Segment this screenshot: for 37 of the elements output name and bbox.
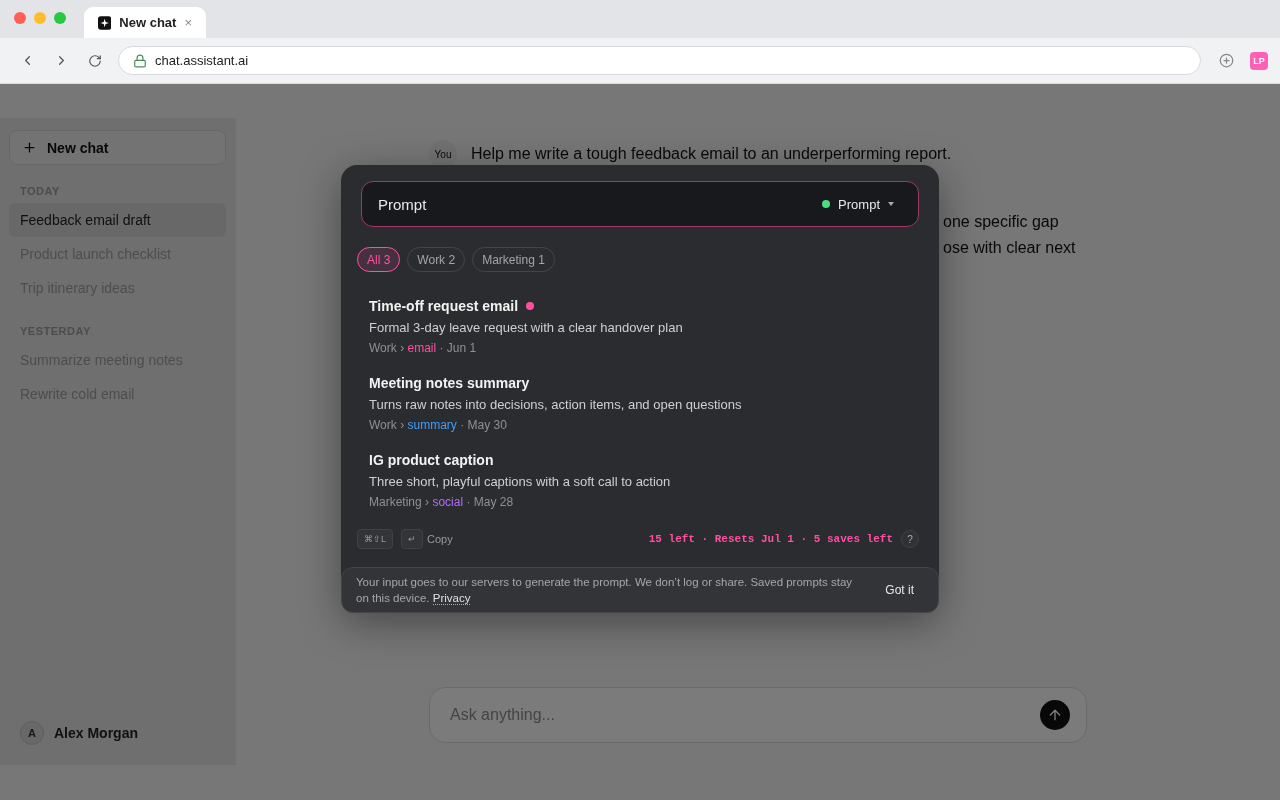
prompt-meta: Work › email · Jun 1 (369, 341, 478, 355)
notice-text: Your input goes to our servers to generate the prompt. We don’t log or share. Saved prompts stay on this device. Privacy (356, 575, 854, 606)
prompt-description: Three short, playful captions with a soft call to action (369, 474, 672, 489)
browser-tab[interactable]: New chat × (84, 7, 206, 38)
copy-label: Copy (427, 533, 453, 545)
sparkle-icon (98, 15, 112, 30)
shortcut-key: ⌘⇧L (357, 529, 393, 549)
prompt-description: Turns raw notes into decisions, action items, and open questions (369, 397, 743, 412)
prompt-meta: Marketing › social · May 28 (369, 495, 515, 509)
address-bar[interactable]: chat.assistant.ai (118, 46, 1201, 75)
caret-icon (888, 202, 894, 206)
prompt-title[interactable]: IG product caption (369, 452, 494, 468)
user-message: Help me write a tough feedback email to an underperforming report. (471, 145, 952, 163)
quota-text: 15 left · Resets Jul 1 · 5 saves left (648, 533, 893, 545)
new-chat-button[interactable]: New chat (9, 130, 226, 165)
filter-chip[interactable]: All 3 (357, 247, 401, 272)
plus-icon (22, 140, 37, 155)
enter-key: ↵ (401, 529, 423, 549)
assistant-message-text: ose with clear next (942, 238, 1077, 258)
got-it-button[interactable]: Got it (875, 575, 924, 605)
tab-close-button[interactable]: × (184, 15, 192, 30)
prompt-title[interactable]: Meeting notes summary (369, 375, 530, 391)
mode-dropdown[interactable]: Prompt (822, 196, 902, 212)
prompt-meta: Work › summary · May 30 (369, 418, 508, 432)
user-name: Alex Morgan (54, 725, 138, 741)
privacy-link[interactable]: Privacy (432, 592, 471, 605)
lock-icon (133, 53, 147, 68)
user-avatar: You (429, 140, 457, 168)
assistant-message-text: one specific gap (942, 212, 1060, 232)
prompt-description: Formal 3-day leave request with a clear handover plan (369, 320, 684, 335)
help-button[interactable]: ? (901, 530, 919, 548)
chat-history-item[interactable]: Feedback email draft (9, 203, 226, 237)
user-avatar: A (20, 721, 44, 745)
prompt-input[interactable]: Prompt Prompt (361, 181, 919, 227)
add-circle-icon[interactable] (1219, 53, 1234, 68)
prompt-title[interactable]: Time-off request email (369, 298, 519, 314)
send-button[interactable] (1040, 700, 1070, 730)
